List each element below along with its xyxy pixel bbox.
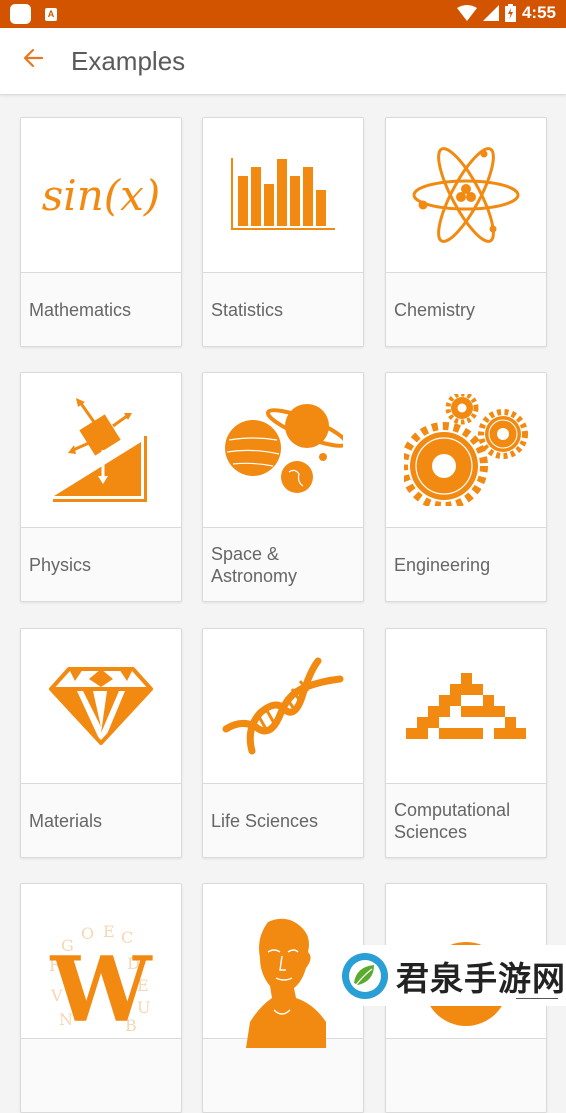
planets-icon: [225, 404, 343, 493]
category-card-words[interactable]: GOEC FDEV UNB W: [20, 883, 182, 1113]
app-bar: Examples: [0, 28, 566, 95]
card-image: [21, 373, 181, 528]
sin-x-icon: sin(x): [41, 170, 161, 220]
card-label: Statistics: [211, 299, 284, 320]
card-image: sin(x): [21, 118, 181, 273]
category-card-life-sciences[interactable]: Life Sciences: [202, 628, 364, 858]
atom-icon: [412, 147, 520, 243]
card-image: GOEC FDEV UNB W: [21, 884, 181, 1041]
card-image: [203, 118, 363, 273]
w-letters-icon: GO E C F DEV UN B W: [49, 922, 153, 1041]
cellular-signal-icon: [482, 5, 499, 21]
category-card-computational-sciences[interactable]: Computational Sciences: [385, 628, 547, 858]
historical-portrait-icon: [246, 918, 326, 1048]
card-label: Computational Sciences: [394, 799, 511, 842]
category-card-space-astronomy[interactable]: Space & Astronomy: [202, 372, 364, 602]
dna-icon: [222, 657, 344, 755]
diamond-icon: [49, 667, 153, 745]
card-image: [386, 629, 546, 784]
card-label: Space & Astronomy: [211, 543, 298, 586]
card-label: Life Sciences: [211, 810, 319, 831]
inclined-plane-forces-icon: [53, 398, 147, 502]
page-title: Examples: [71, 46, 186, 76]
card-image: [386, 118, 546, 273]
card-image: [203, 629, 363, 784]
card-image: [386, 373, 546, 528]
watermark-divider: [516, 998, 558, 999]
watermark-text: 君泉手游网: [396, 958, 566, 998]
category-card-statistics[interactable]: Statistics: [202, 117, 364, 347]
category-card-chemistry[interactable]: Chemistry: [385, 117, 547, 347]
svg-text:W: W: [49, 937, 153, 1041]
category-card-materials[interactable]: Materials: [20, 628, 182, 858]
watermark: 君泉手游网: [340, 945, 566, 1006]
wifi-icon: [456, 5, 477, 21]
app-notification-icon: [10, 4, 31, 24]
gears-icon: [404, 394, 528, 506]
category-card-physics[interactable]: Physics: [20, 372, 182, 602]
cellular-automaton-icon: [406, 673, 526, 739]
card-label: Engineering: [394, 554, 491, 575]
battery-charging-icon: [504, 4, 516, 22]
bar-chart-icon: [231, 158, 335, 230]
card-label: Materials: [29, 810, 103, 831]
card-image: [203, 373, 363, 528]
font-app-icon: A: [45, 7, 57, 21]
card-image: [21, 629, 181, 784]
back-button[interactable]: [20, 44, 48, 72]
arrow-left-icon: [23, 48, 44, 68]
card-label: Chemistry: [394, 299, 476, 320]
category-card-engineering[interactable]: Engineering: [385, 372, 547, 602]
card-label: Mathematics: [29, 299, 132, 320]
leaf-logo-icon: [342, 952, 388, 999]
status-bar: A 4:55: [0, 0, 566, 28]
card-image: [203, 884, 363, 1048]
clock: 4:55: [521, 3, 556, 22]
card-label: Physics: [29, 554, 92, 575]
category-card-mathematics[interactable]: sin(x) Mathematics: [20, 117, 182, 347]
